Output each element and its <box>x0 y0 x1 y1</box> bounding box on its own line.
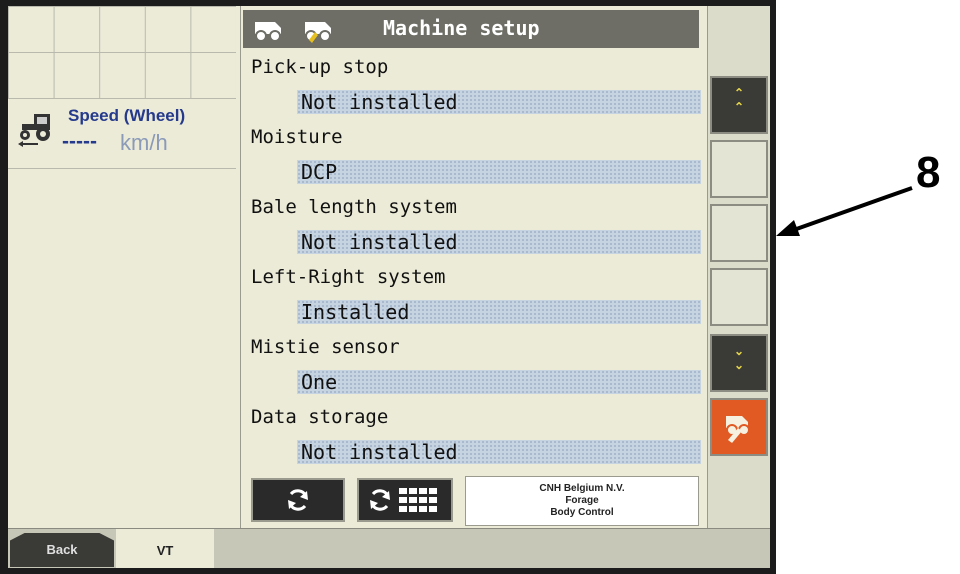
setting-label: Bale length system <box>251 196 457 218</box>
setting-value[interactable]: One <box>297 370 701 394</box>
terminal-screen: Speed (Wheel) ----- km/h Machine setup P… <box>8 6 770 568</box>
setting-label: Data storage <box>251 406 389 428</box>
manufacturer-info: CNH Belgium N.V. Forage Body Control <box>465 476 699 526</box>
setting-value[interactable]: Not installed <box>297 230 701 254</box>
softkey-blank-1[interactable] <box>710 140 768 198</box>
setting-label: Moisture <box>251 126 343 148</box>
refresh-button[interactable] <box>251 478 345 522</box>
tab-bar: Back VT <box>8 528 770 568</box>
baler-icon <box>255 22 281 42</box>
speed-value: ----- <box>62 130 97 153</box>
setting-value[interactable]: Installed <box>297 300 701 324</box>
scroll-up-softkey[interactable]: ⌃ ⌃ <box>710 76 768 134</box>
bottom-button-row: CNH Belgium N.V. Forage Body Control <box>249 472 701 526</box>
softkey-blank-2[interactable] <box>710 204 768 262</box>
setting-label: Mistie sensor <box>251 336 400 358</box>
module-name: Body Control <box>550 507 614 518</box>
setting-label: Left-Right system <box>251 266 446 288</box>
scroll-down-softkey[interactable]: ⌄ ⌄ <box>710 334 768 392</box>
refresh-grid-icon <box>370 488 437 512</box>
speed-indicator: Speed (Wheel) ----- km/h <box>8 100 236 169</box>
chevron-double-up-icon: ⌃ ⌃ <box>733 86 745 114</box>
refresh-grid-button[interactable] <box>357 478 453 522</box>
manufacturer-name: CNH Belgium N.V. <box>539 483 625 494</box>
baler-wrench-icon <box>726 416 750 443</box>
chevron-double-down-icon: ⌄ ⌄ <box>733 344 745 372</box>
tractor-icon <box>18 114 50 147</box>
title-bar: Machine setup <box>243 10 699 48</box>
machine-setup-panel: Machine setup Pick-up stop Not installed… <box>240 6 708 528</box>
annotation-number: 8 <box>916 148 941 197</box>
monitor-bezel: Speed (Wheel) ----- km/h Machine setup P… <box>0 0 776 574</box>
back-tab[interactable]: Back <box>10 533 114 567</box>
refresh-icon <box>288 489 308 511</box>
setting-value[interactable]: Not installed <box>297 90 701 114</box>
setting-value[interactable]: DCP <box>297 160 701 184</box>
product-line: Forage <box>565 495 599 506</box>
softkey-blank-3[interactable] <box>710 268 768 326</box>
softkey-column: ⌃ ⌃ ⌄ ⌄ <box>708 6 770 528</box>
speed-label: Speed (Wheel) <box>68 106 186 125</box>
baler-settings-icon <box>305 22 331 43</box>
annotation-arrow <box>776 186 913 236</box>
setting-value[interactable]: Not installed <box>297 440 701 464</box>
setting-label: Pick-up stop <box>251 56 389 78</box>
empty-grid <box>8 6 236 99</box>
baler-softkey[interactable] <box>710 398 768 456</box>
vt-tab[interactable]: VT <box>116 529 214 568</box>
page-title: Machine setup <box>383 16 540 40</box>
speed-unit: km/h <box>120 130 168 155</box>
